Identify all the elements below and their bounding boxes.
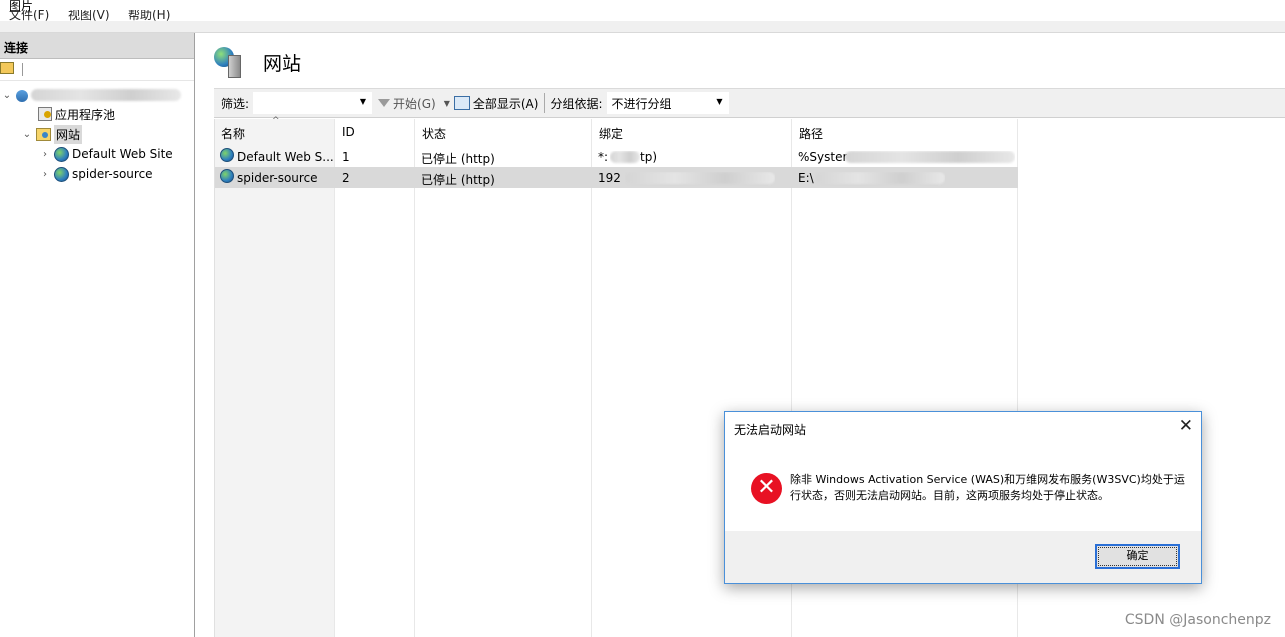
cell-binding-tail: tp) (640, 150, 658, 164)
watermark: CSDN @Jasonchenpz (1124, 612, 1271, 628)
toolbar-separator (544, 93, 546, 113)
show-all-button[interactable]: 全部显示(A) (453, 95, 538, 112)
table-row-selected[interactable]: spider-source 2 已停止 (http) 192 E:\ (215, 167, 1018, 188)
tree-item-label: 应用程序池 (55, 107, 116, 122)
globe-icon (220, 148, 237, 165)
cell-status: 已停止 (http) (421, 152, 495, 166)
dropdown-arrow-icon[interactable]: ▼ (716, 97, 722, 106)
dropdown-arrow-icon[interactable]: ▼ (360, 97, 366, 106)
filter-input[interactable]: ▼ (253, 92, 373, 114)
cell-binding: *: (598, 150, 609, 164)
dropdown-arrow-icon[interactable]: ▼ (444, 99, 450, 108)
tree-item-spider-source[interactable]: › spider-source (40, 164, 153, 184)
filter-label: 筛选: (221, 96, 250, 111)
globe-icon (54, 166, 69, 182)
connections-panel: 连接 ⌄ 应用程序池 ⌄ 网站 › Default Web Site › spi… (0, 33, 195, 637)
cell-status: 已停止 (http) (421, 173, 495, 187)
connect-icon[interactable] (0, 62, 14, 74)
cell-binding: 192 (598, 171, 621, 185)
cell-path: E:\ (798, 171, 814, 185)
dialog-footer: 确定 (725, 531, 1201, 583)
close-icon[interactable]: ✕ (1179, 416, 1193, 436)
dialog-message: 除非 Windows Activation Service (WAS)和万维网发… (790, 473, 1185, 502)
group-by-select[interactable]: 不进行分组 ▼ (606, 92, 729, 114)
redacted-path (815, 172, 945, 187)
chevron-right-icon[interactable]: › (40, 169, 50, 180)
server-icon (16, 90, 28, 102)
chevron-right-icon[interactable]: › (40, 149, 50, 160)
tree-item-label: Default Web Site (72, 147, 173, 161)
sites-folder-icon (36, 127, 51, 141)
tree-item-app-pools[interactable]: 应用程序池 (38, 104, 115, 124)
error-dialog: 无法启动网站 ✕ ✕ 除非 Windows Activation Service… (724, 411, 1202, 584)
tree-item-default-web-site[interactable]: › Default Web Site (40, 144, 173, 164)
cell-path: %Syster (798, 150, 848, 164)
start-filter-button[interactable]: 开始(G) ▼ (378, 95, 450, 112)
header-id[interactable]: ID (336, 119, 355, 144)
cell-name: Default Web S... (237, 150, 333, 164)
globe-icon (54, 146, 69, 162)
tree-server-node[interactable]: ⌄ (2, 85, 181, 105)
dialog-title: 无法启动网站 (734, 423, 807, 437)
toolbar-strip (0, 21, 1285, 33)
redacted-path (845, 151, 1015, 166)
page-title: 网站 (263, 53, 302, 75)
funnel-icon (378, 99, 391, 107)
column-id (335, 119, 415, 637)
column-status (415, 119, 592, 637)
header-status[interactable]: 状态 (416, 119, 446, 144)
chevron-down-icon[interactable]: ⌄ (2, 90, 12, 101)
column-name (215, 119, 335, 637)
redacted-binding (625, 172, 775, 187)
header-binding[interactable]: 绑定 (593, 119, 623, 144)
show-all-icon (453, 96, 470, 110)
header-name[interactable]: ^ 名称 (215, 116, 335, 144)
tree-item-label: 网站 (54, 124, 83, 144)
connections-header: 连接 (0, 33, 194, 59)
filter-bar: 筛选: ▼ 开始(G) ▼ 全部显示(A) 分组依据: 不进行分组 ▼ (214, 88, 1285, 118)
table-row[interactable]: Default Web S... 1 已停止 (http) *: tp) %Sy… (215, 146, 1018, 167)
sites-page-icon (214, 47, 246, 79)
toolbar-separator (22, 63, 23, 76)
cell-name: spider-source (237, 171, 318, 185)
redacted-binding (610, 151, 640, 166)
cell-id: 1 (342, 150, 350, 164)
chevron-down-icon[interactable]: ⌄ (22, 129, 32, 140)
ok-button[interactable]: 确定 (1095, 544, 1180, 569)
connections-toolbar (0, 59, 194, 81)
redacted-server-name (31, 89, 181, 101)
group-by-label: 分组依据: (550, 96, 603, 111)
cell-id: 2 (342, 171, 350, 185)
sort-ascending-icon: ^ (272, 116, 280, 126)
tree-item-sites[interactable]: ⌄ 网站 (22, 124, 83, 144)
error-icon: ✕ (751, 473, 782, 504)
tree-item-label: spider-source (72, 167, 153, 181)
header-path[interactable]: 路径 (793, 119, 823, 144)
app-pool-icon (38, 107, 52, 121)
globe-icon (220, 169, 237, 186)
